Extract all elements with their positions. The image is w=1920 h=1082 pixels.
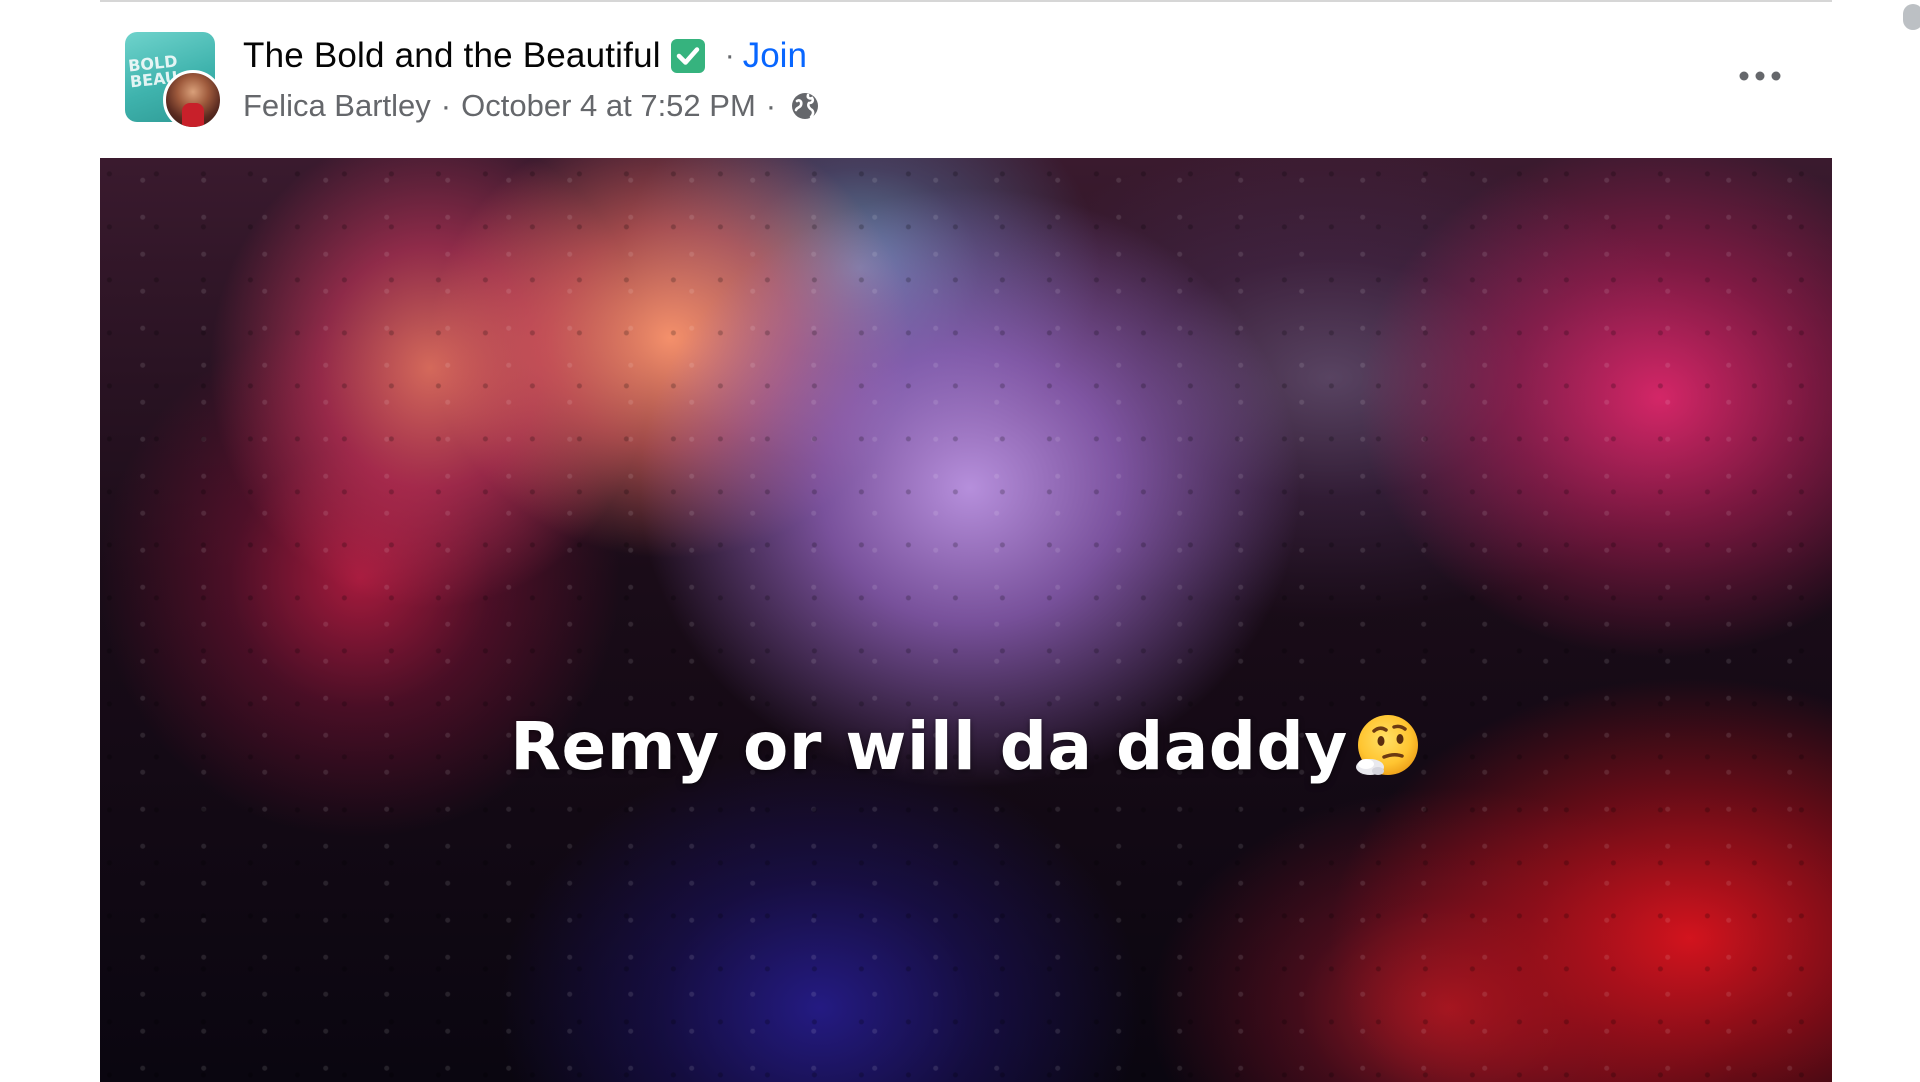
dot-separator: ·	[724, 39, 735, 72]
post-caption: Remy or will da daddy	[100, 708, 1832, 785]
join-group-link[interactable]: Join	[743, 36, 807, 76]
post-title-row: The Bold and the Beautiful · Join	[243, 32, 807, 80]
post-text-background-media[interactable]: Remy or will da daddy	[100, 158, 1832, 1082]
group-name-link[interactable]: The Bold and the Beautiful	[243, 36, 661, 76]
author-avatar-detail	[182, 103, 204, 127]
more-options-button[interactable]	[1720, 54, 1800, 102]
post-avatars[interactable]: BOLD BEAU	[125, 32, 225, 132]
caption-text: Remy or will da daddy	[510, 708, 1348, 785]
post-header: BOLD BEAU The Bold and the Beautiful · J…	[100, 2, 1832, 158]
more-options-icon	[1738, 69, 1782, 87]
globe-icon[interactable]	[788, 89, 822, 123]
dot-separator: ·	[765, 88, 777, 123]
raindrop-texture	[100, 158, 1832, 1082]
author-avatar[interactable]	[163, 70, 223, 130]
scrollbar-thumb[interactable]	[1903, 4, 1920, 30]
verified-check-icon	[669, 37, 707, 75]
post-meta-row: Felica Bartley · October 4 at 7:52 PM ·	[243, 84, 822, 128]
feed-post: BOLD BEAU The Bold and the Beautiful · J…	[100, 0, 1920, 1082]
post-timestamp-link[interactable]: October 4 at 7:52 PM	[461, 88, 756, 124]
thinking-face-icon	[1350, 711, 1422, 783]
dot-separator: ·	[440, 88, 452, 123]
author-name-link[interactable]: Felica Bartley	[243, 88, 431, 124]
